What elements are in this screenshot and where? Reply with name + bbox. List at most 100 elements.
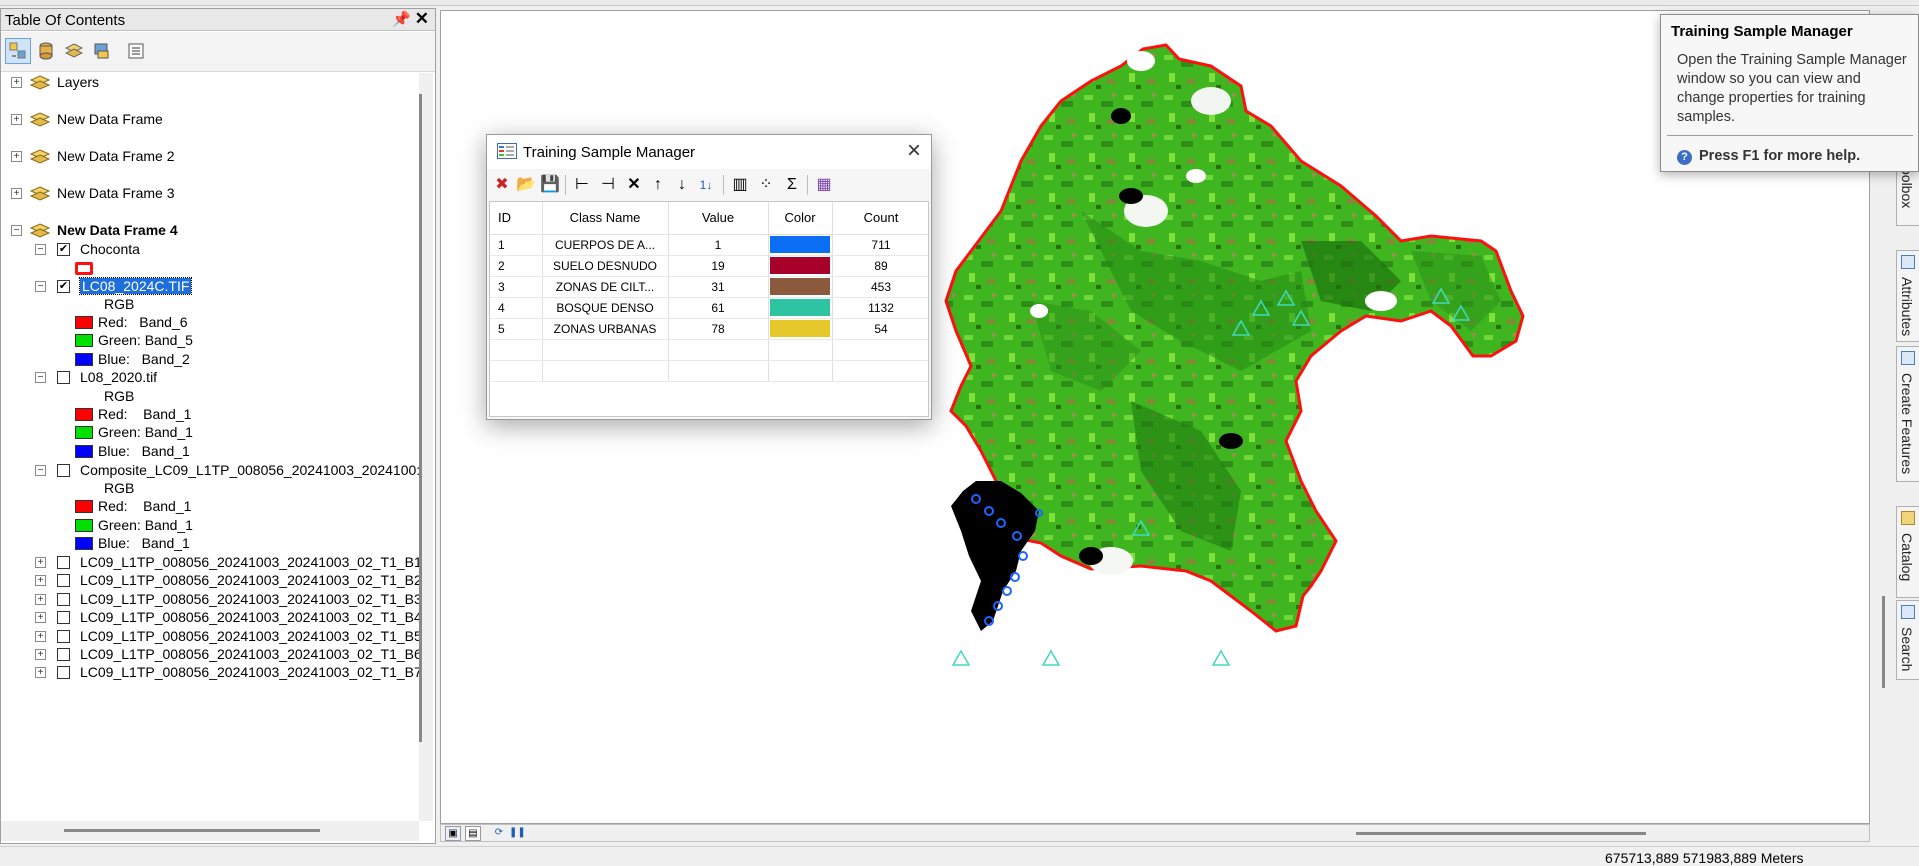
expand-icon[interactable]: + — [11, 77, 22, 88]
collapse-icon[interactable]: − — [35, 244, 46, 255]
empty-cell[interactable] — [768, 360, 833, 382]
class-color-cell[interactable] — [768, 297, 833, 319]
toc-item[interactable]: + LC09_L1TP_008056_20241003_20241003_02_T… — [1, 645, 419, 665]
close-icon[interactable]: × — [907, 137, 921, 165]
toc-item[interactable]: − ✔ Choconta — [1, 240, 419, 260]
toc-item[interactable]: Red: Band_6 — [1, 313, 419, 333]
band-color-swatch[interactable] — [75, 316, 93, 329]
merge-button[interactable]: ✖ — [491, 175, 513, 195]
reset-class-values-button[interactable]: 1↓ — [695, 175, 717, 195]
refresh-button[interactable]: ⟳ — [491, 826, 507, 841]
empty-cell[interactable] — [768, 339, 833, 361]
toc-horizontal-scroll-thumb[interactable] — [64, 829, 320, 832]
options-button[interactable] — [123, 38, 149, 64]
save-training-samples-button[interactable]: 💾 — [539, 175, 561, 195]
layer-visibility-checkbox[interactable]: ✔ — [57, 243, 70, 256]
class-color-swatch[interactable] — [770, 320, 830, 337]
load-training-samples-button[interactable]: 📂 — [515, 175, 537, 195]
toc-item[interactable]: Blue: Band_1 — [1, 442, 419, 462]
table-row[interactable]: 3 ZONAS DE CILT... 31 453 — [490, 276, 928, 298]
expand-icon[interactable]: + — [35, 667, 46, 678]
list-by-selection-button[interactable] — [89, 38, 115, 64]
expand-icon[interactable]: + — [35, 575, 46, 586]
move-up-button[interactable]: ↑ — [647, 175, 669, 195]
collapse-icon[interactable]: − — [35, 372, 46, 383]
band-color-swatch[interactable] — [75, 519, 93, 532]
layer-visibility-checkbox[interactable]: ✔ — [57, 280, 70, 293]
class-color-swatch[interactable] — [770, 299, 830, 316]
toc-item[interactable]: + New Data Frame 2 — [1, 147, 419, 167]
column-header-color[interactable]: Color — [768, 202, 833, 235]
expand-icon[interactable]: + — [35, 631, 46, 642]
tsm-title-bar[interactable]: Training Sample Manager × — [487, 135, 931, 169]
layer-visibility-checkbox[interactable] — [57, 556, 70, 569]
show-statistics-button[interactable]: Σ — [781, 175, 803, 195]
toc-item[interactable] — [1, 259, 419, 279]
polygon-symbol-icon[interactable] — [75, 262, 93, 275]
table-row[interactable]: 4 BOSQUE DENSO 61 1132 — [490, 297, 928, 319]
delete-button[interactable]: ✕ — [623, 175, 645, 195]
toc-item[interactable]: + LC09_L1TP_008056_20241003_20241003_02_T… — [1, 571, 419, 591]
class-color-cell[interactable] — [768, 234, 833, 256]
toc-item[interactable]: RGB — [1, 295, 419, 315]
expand-icon[interactable]: + — [35, 557, 46, 568]
band-color-swatch[interactable] — [75, 426, 93, 439]
toc-item[interactable]: Green: Band_5 — [1, 331, 419, 351]
band-color-swatch[interactable] — [75, 537, 93, 550]
toc-item[interactable]: Blue: Band_1 — [1, 534, 419, 554]
toc-item[interactable]: RGB — [1, 479, 419, 499]
table-row[interactable]: 2 SUELO DESNUDO 19 89 — [490, 255, 928, 277]
class-color-swatch[interactable] — [770, 236, 830, 253]
map-horizontal-scroll-thumb[interactable] — [1356, 832, 1646, 835]
table-row[interactable] — [490, 360, 928, 382]
layer-visibility-checkbox[interactable] — [57, 464, 70, 477]
table-row[interactable] — [490, 339, 928, 361]
class-color-cell[interactable] — [768, 255, 833, 277]
toc-item[interactable]: + New Data Frame 3 — [1, 184, 419, 204]
table-row[interactable]: 5 ZONAS URBANAS 78 54 — [490, 318, 928, 340]
layer-visibility-checkbox[interactable] — [57, 648, 70, 661]
layer-visibility-checkbox[interactable] — [57, 611, 70, 624]
pause-drawing-button[interactable]: ❚❚ — [509, 826, 526, 841]
class-color-cell[interactable] — [768, 318, 833, 340]
toc-item[interactable]: RGB — [1, 387, 419, 407]
move-down-button[interactable]: ↓ — [671, 175, 693, 195]
toc-item[interactable]: + LC09_L1TP_008056_20241003_20241003_02_T… — [1, 608, 419, 628]
toc-item[interactable]: + LC09_L1TP_008056_20241003_20241003_02_T… — [1, 627, 419, 647]
collapse-icon[interactable]: − — [35, 281, 46, 292]
dock-tab-attributes[interactable]: Attributes — [1896, 250, 1919, 342]
band-color-swatch[interactable] — [75, 353, 93, 366]
expand-icon[interactable]: + — [35, 594, 46, 605]
dock-tab-catalog[interactable]: Catalog — [1896, 506, 1919, 598]
band-color-swatch[interactable] — [75, 445, 93, 458]
toc-item[interactable]: + LC09_L1TP_008056_20241003_20241003_02_T… — [1, 590, 419, 610]
band-color-swatch[interactable] — [75, 334, 93, 347]
collapse-icon[interactable]: − — [11, 225, 22, 236]
band-color-swatch[interactable] — [75, 500, 93, 513]
toc-item[interactable]: Red: Band_1 — [1, 497, 419, 517]
toc-item[interactable]: + LC09_L1TP_008056_20241003_20241003_02_T… — [1, 553, 419, 573]
toc-item[interactable]: + LC09_L1TP_008056_20241003_20241003_02_T… — [1, 663, 419, 683]
class-color-cell[interactable] — [768, 276, 833, 298]
layer-visibility-checkbox[interactable] — [57, 593, 70, 606]
close-icon[interactable]: ✕ — [415, 9, 429, 29]
data-view-button[interactable]: ▣ — [445, 826, 461, 841]
column-header-class-name[interactable]: Class Name — [542, 202, 669, 235]
class-color-swatch[interactable] — [770, 257, 830, 274]
toc-item[interactable]: + Layers — [1, 73, 419, 93]
layer-visibility-checkbox[interactable] — [57, 666, 70, 679]
expand-icon[interactable]: + — [11, 188, 22, 199]
layer-visibility-checkbox[interactable] — [57, 630, 70, 643]
toc-vertical-scroll-thumb[interactable] — [419, 94, 422, 742]
split-button[interactable]: ⊢ — [571, 175, 593, 195]
dock-tab-create-features[interactable]: Create Features — [1896, 346, 1919, 482]
expand-icon[interactable]: + — [35, 612, 46, 623]
toc-item[interactable]: − Composite_LC09_L1TP_008056_20241003_202… — [1, 461, 419, 481]
layout-view-button[interactable]: ▤ — [465, 826, 481, 841]
table-row[interactable]: 1 CUERPOS DE A... 1 711 — [490, 234, 928, 256]
expand-icon[interactable]: + — [35, 649, 46, 660]
training-samples-table[interactable]: ID Class Name Value Color Count 1 CUERPOS… — [489, 201, 929, 417]
column-header-count[interactable]: Count — [832, 202, 928, 235]
toc-item[interactable]: Red: Band_1 — [1, 405, 419, 425]
collapse-icon[interactable]: − — [35, 465, 46, 476]
